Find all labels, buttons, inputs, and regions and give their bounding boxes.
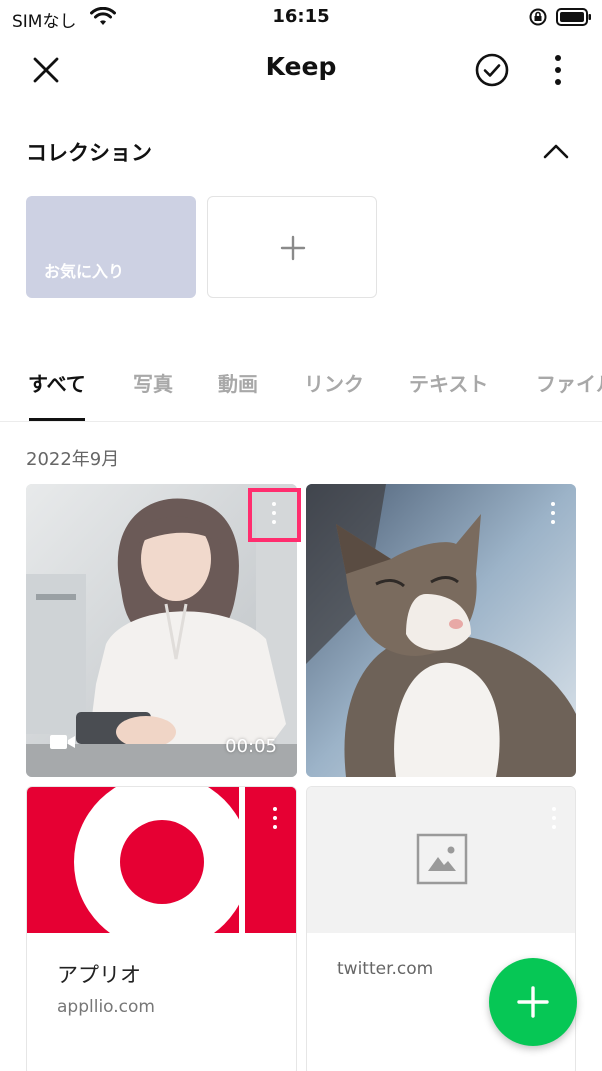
more-vertical-icon[interactable] xyxy=(263,803,287,833)
collection-favorites[interactable]: お気に入り xyxy=(26,196,196,298)
photo-item[interactable] xyxy=(306,484,576,777)
battery-icon xyxy=(556,7,592,31)
status-time: 16:15 xyxy=(272,6,330,27)
video-camera-icon xyxy=(50,733,76,755)
tab-photos[interactable]: 写真 xyxy=(133,368,173,397)
tab-active-indicator xyxy=(29,418,85,421)
more-vertical-icon[interactable] xyxy=(542,803,566,833)
link-domain: twitter.com xyxy=(337,959,434,979)
link-thumbnail xyxy=(27,787,296,933)
tab-all[interactable]: すべて xyxy=(28,368,86,397)
more-vertical-icon[interactable] xyxy=(542,50,574,90)
image-placeholder-icon xyxy=(416,833,468,889)
tab-links[interactable]: リンク xyxy=(304,368,364,397)
tab-files[interactable]: ファイル xyxy=(536,368,602,397)
date-group-label: 2022年9月 xyxy=(26,449,120,470)
tab-text[interactable]: テキスト xyxy=(409,368,488,397)
filter-tabs: すべて 写真 動画 リンク テキスト ファイル xyxy=(0,362,602,422)
more-vertical-icon[interactable] xyxy=(541,498,565,528)
rotation-lock-icon xyxy=(528,7,548,31)
add-button[interactable] xyxy=(489,958,577,1046)
link-title: アプリオ xyxy=(57,963,141,987)
tab-videos[interactable]: 動画 xyxy=(218,368,258,397)
close-icon[interactable] xyxy=(26,50,66,90)
add-collection-button[interactable] xyxy=(207,196,377,298)
link-item[interactable]: アプリオ appllio.com xyxy=(26,786,297,1071)
highlight-annotation xyxy=(248,488,301,542)
status-bar: SIMなし 16:15 xyxy=(0,0,602,36)
plus-icon xyxy=(278,233,308,267)
app-header: Keep xyxy=(0,38,602,100)
check-circle-icon[interactable] xyxy=(472,50,512,90)
collection-title: コレクション xyxy=(26,141,152,165)
chevron-up-icon[interactable] xyxy=(538,134,574,170)
link-domain: appllio.com xyxy=(57,997,155,1017)
video-duration: 00:05 xyxy=(225,736,277,757)
collection-favorites-label: お気に入り xyxy=(44,262,125,281)
plus-icon xyxy=(516,985,550,1023)
photo-thumbnail xyxy=(306,484,576,777)
link-thumbnail xyxy=(307,787,575,933)
